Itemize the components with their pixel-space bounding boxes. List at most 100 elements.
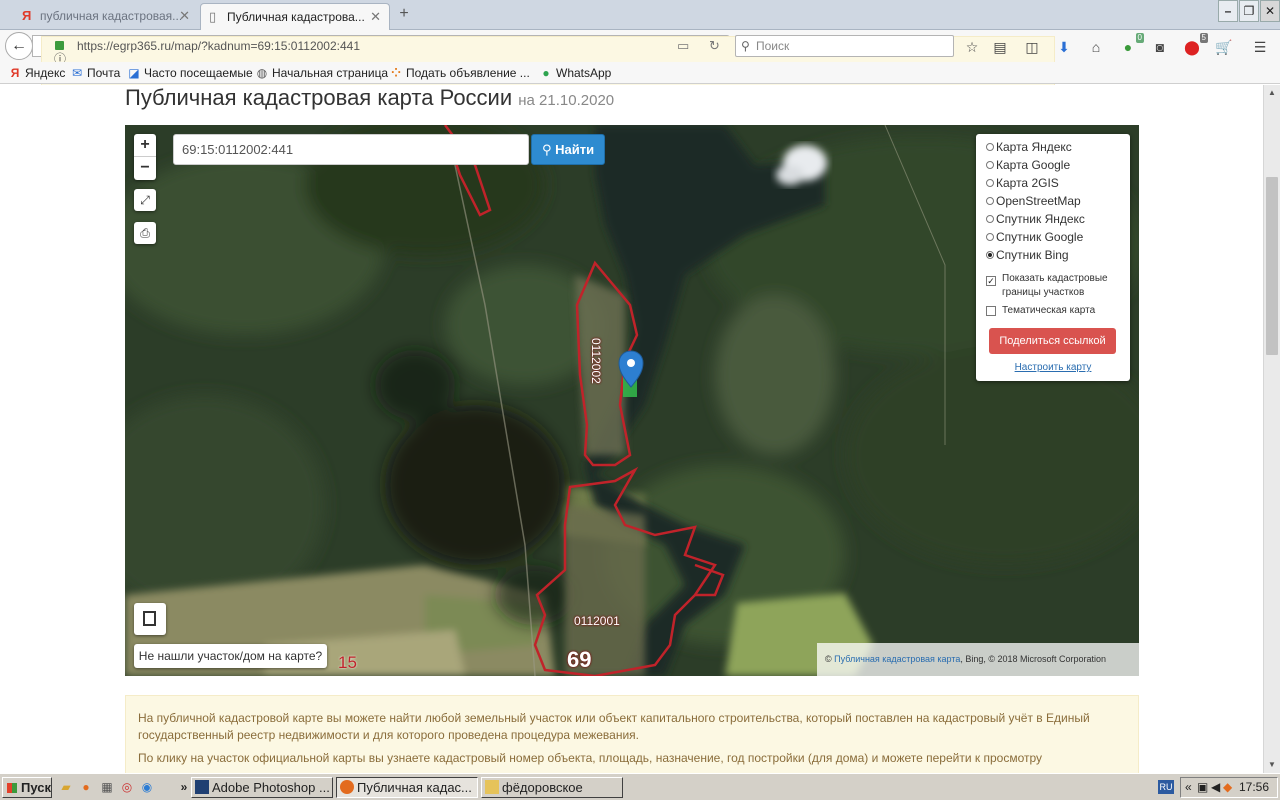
bookmark-whatsapp[interactable]: ● WhatsApp (539, 65, 611, 81)
home-icon[interactable]: ⌂ (1087, 38, 1105, 56)
scroll-down-icon[interactable]: ▼ (1264, 757, 1280, 773)
new-tab-button[interactable]: + (394, 4, 414, 24)
pocket-icon[interactable]: ◫ (1023, 38, 1041, 56)
bookmark-label: Яндекс (25, 66, 66, 80)
layer-option-yandex-satellite[interactable]: Спутник Яндекс (986, 211, 1130, 229)
share-link-button[interactable]: Поделиться ссылкой (989, 328, 1116, 354)
layer-option-google-map[interactable]: Карта Google (986, 157, 1130, 175)
taskbar-overflow-icon[interactable]: » (176, 779, 192, 795)
task-label: фёдоровское (502, 780, 583, 795)
layer-option-yandex-map[interactable]: Карта Яндекс (986, 139, 1130, 157)
radio-icon[interactable] (986, 179, 994, 187)
bookmark-frequent[interactable]: ◪ Часто посещаемые (127, 65, 252, 81)
task-photoshop[interactable]: Adobe Photoshop ... (191, 777, 333, 798)
calculator-icon[interactable]: ▦ (99, 779, 115, 795)
bookmark-label: Начальная страница (272, 66, 389, 80)
show-borders-checkbox[interactable]: ✓ (986, 276, 996, 286)
radio-icon[interactable] (986, 197, 994, 205)
tab-yandex[interactable]: Я публичная кадастровая... ✕ (14, 3, 198, 30)
menu-icon[interactable]: ☰ (1251, 38, 1269, 56)
page-date: на 21.10.2020 (518, 92, 615, 109)
volume-icon[interactable]: ◀ (1211, 778, 1220, 797)
task-firefox[interactable]: Публичная кадас... (336, 777, 478, 798)
bookmark-star-icon[interactable]: ☆ (963, 38, 981, 56)
folder-icon[interactable]: ▰ (58, 779, 74, 795)
info-paragraph: На публичной кадастровой карте вы можете… (138, 711, 1090, 742)
fullscreen-icon (143, 611, 156, 626)
back-button[interactable]: ← (5, 32, 33, 60)
radio-icon[interactable] (986, 161, 994, 169)
info-paragraph: По клику на участок официальной карты вы… (138, 751, 1043, 765)
start-button[interactable]: Пуск (2, 777, 52, 798)
sync-icon[interactable]: ● 0 (1119, 33, 1144, 56)
layer-label: OpenStreetMap (996, 194, 1081, 208)
layer-label: Спутник Яндекс (996, 212, 1085, 226)
bookmark-yandex[interactable]: Я Яндекс (8, 65, 66, 81)
layer-option-openstreetmap[interactable]: OpenStreetMap (986, 193, 1130, 211)
find-button[interactable]: ⚲ Найти (531, 134, 605, 165)
fullscreen-button[interactable] (134, 603, 166, 635)
bookmarks-menu-icon[interactable]: ▤ (991, 38, 1009, 56)
scroll-up-icon[interactable]: ▲ (1264, 85, 1280, 101)
layer-option-bing-satellite[interactable]: Спутник Bing (986, 247, 1130, 265)
reload-icon[interactable]: ↻ (709, 36, 720, 56)
info-box: На публичной кадастровой карте вы можете… (125, 695, 1139, 773)
address-bar[interactable]: ⓘ https://egrp365.ru/map/?kadnum=69:15:0… (32, 35, 1055, 126)
not-found-button[interactable]: Не нашли участок/дом на карте? (134, 644, 327, 668)
yandex-icon: Я (22, 8, 32, 23)
browser-icon[interactable]: ◉ (139, 779, 155, 795)
screenshot-icon[interactable]: ◙ (1151, 38, 1169, 56)
layer-switcher-panel: Карта Яндекс Карта Google Карта 2GIS Ope… (976, 134, 1130, 381)
bookmark-home[interactable]: ◍ Начальная страница (255, 65, 388, 81)
layer-option-2gis-map[interactable]: Карта 2GIS (986, 175, 1130, 193)
thematic-map-checkbox[interactable] (986, 306, 996, 316)
layer-option-google-satellite[interactable]: Спутник Google (986, 229, 1130, 247)
attribution-link[interactable]: Публичная кадастровая карта (834, 654, 960, 664)
search-input[interactable]: ⚲ Поиск (735, 35, 954, 57)
tray-expand-icon[interactable]: « (1185, 778, 1192, 797)
ads-icon: ⁘ (390, 66, 402, 80)
radio-icon[interactable] (986, 233, 994, 241)
zoom-out-button[interactable]: − (134, 157, 156, 180)
bookmark-label: WhatsApp (556, 66, 612, 80)
maximize-button[interactable]: ❐ (1239, 0, 1259, 22)
close-icon[interactable]: ✕ (370, 4, 381, 30)
configure-map-link[interactable]: Настроить карту (976, 362, 1130, 373)
tray-app-icon[interactable]: ◆ (1223, 778, 1232, 797)
cadastral-number-input[interactable] (173, 134, 529, 165)
search-icon: ⚲ (741, 39, 750, 53)
bookmark-ads[interactable]: ⁘ Подать объявление ... (389, 65, 530, 81)
district-label: 15 (338, 653, 357, 672)
photoshop-icon (195, 780, 209, 794)
downloads-icon[interactable]: ⬇ (1055, 38, 1073, 56)
tab-cadastral-map[interactable]: ▯ Публичная кадастрова... ✕ (200, 3, 390, 30)
bookmark-mail[interactable]: ✉ Почта (70, 65, 120, 81)
close-icon[interactable]: ✕ (179, 3, 190, 29)
cart-icon[interactable]: 🛒 (1215, 38, 1233, 56)
radio-icon[interactable] (986, 215, 994, 223)
cadastral-map[interactable]: + − ⤢ ⎙ ⚲ Найти Карта Яндекс Карта Googl… (125, 125, 1139, 676)
show-borders-label: Показать кадастровые границы участков (1002, 273, 1108, 298)
print-icon[interactable]: ⎙ (134, 222, 156, 244)
zoom-control: + − (134, 134, 156, 180)
adblock-icon[interactable]: ⬤ 5 (1183, 33, 1208, 56)
close-window-button[interactable]: ✕ (1260, 0, 1280, 22)
radio-icon[interactable] (986, 143, 994, 151)
expand-icon[interactable]: ⤢ (134, 189, 156, 211)
scrollbar-thumb[interactable] (1266, 177, 1278, 355)
attribution-prefix: © (825, 654, 832, 664)
minimize-button[interactable]: – (1218, 0, 1238, 22)
radio-selected-icon[interactable] (986, 251, 994, 259)
vertical-scrollbar[interactable]: ▲ ▼ (1263, 85, 1280, 773)
globe-icon: ◍ (256, 66, 268, 80)
opera-icon[interactable]: ◎ (119, 779, 135, 795)
language-indicator[interactable]: RU (1158, 780, 1174, 794)
bookmark-label: Подать объявление ... (406, 66, 530, 80)
reader-view-icon[interactable]: ▭ (677, 36, 689, 56)
block-label-upper: 0112002 (589, 338, 603, 384)
task-folder[interactable]: фёдоровское (481, 777, 623, 798)
zoom-in-button[interactable]: + (134, 134, 156, 157)
firefox-icon[interactable]: ● (78, 779, 94, 795)
search-placeholder: Поиск (756, 39, 790, 53)
network-icon[interactable]: ▣ (1197, 778, 1208, 797)
